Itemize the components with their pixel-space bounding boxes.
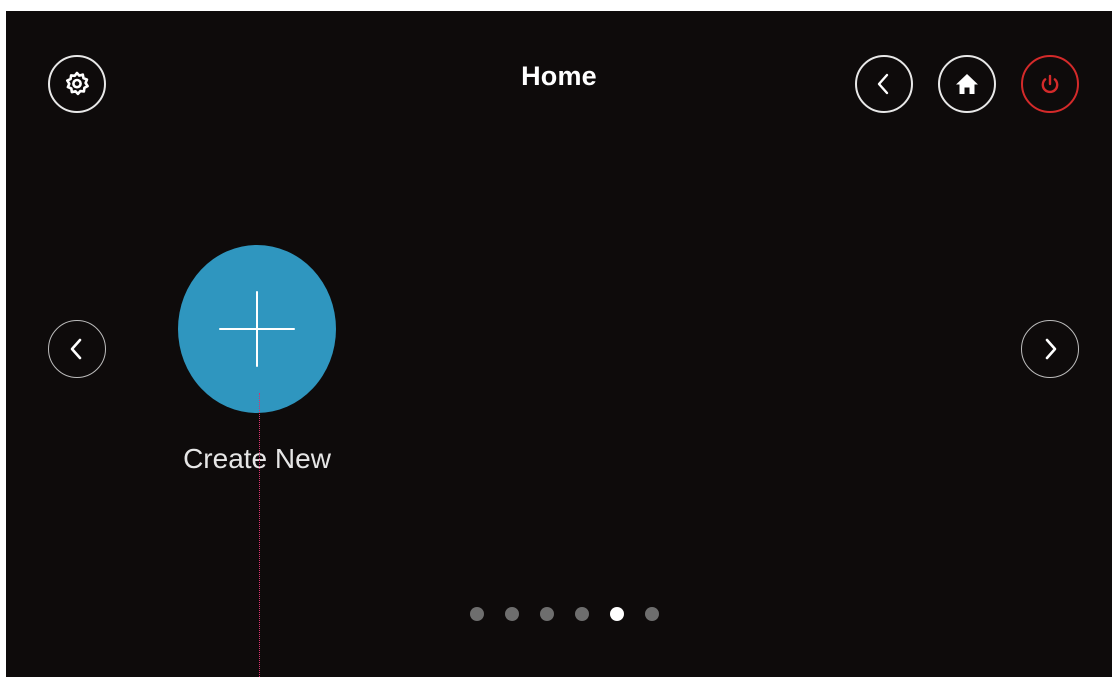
chevron-left-icon xyxy=(877,73,889,95)
chevron-left-icon xyxy=(70,338,82,360)
next-page-button[interactable] xyxy=(1021,320,1079,378)
page-dot[interactable] xyxy=(540,607,554,621)
back-button[interactable] xyxy=(855,55,913,113)
page-dot[interactable] xyxy=(505,607,519,621)
page-dot[interactable] xyxy=(470,607,484,621)
home-icon xyxy=(956,74,978,94)
guide-line xyxy=(259,393,260,677)
page-indicator xyxy=(470,607,659,621)
create-new-button[interactable] xyxy=(178,245,336,413)
page-dot[interactable] xyxy=(575,607,589,621)
power-button[interactable] xyxy=(1021,55,1079,113)
page-dot[interactable] xyxy=(610,607,624,621)
app-screen: Home Create New xyxy=(6,11,1112,677)
create-new-label: Create New xyxy=(183,443,331,474)
chevron-right-icon xyxy=(1045,338,1057,360)
page-dot[interactable] xyxy=(645,607,659,621)
prev-page-button[interactable] xyxy=(48,320,106,378)
power-icon xyxy=(1041,74,1059,94)
plus-icon xyxy=(219,291,295,367)
home-button[interactable] xyxy=(938,55,996,113)
